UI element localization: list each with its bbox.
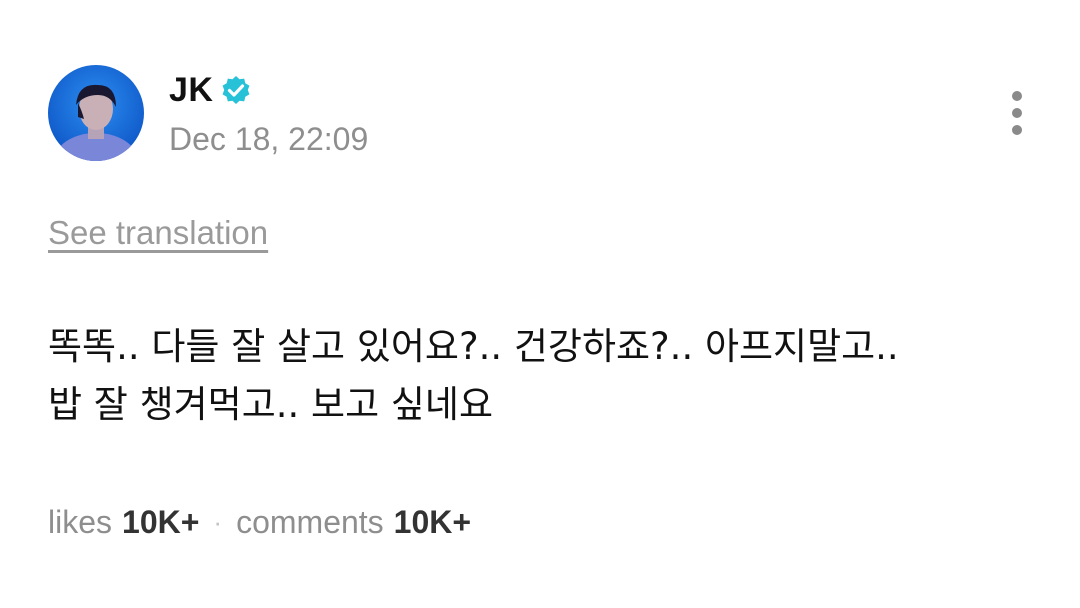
author-block: JK Dec 18, 22:09 — [169, 69, 368, 158]
comments-label: comments — [236, 504, 384, 540]
comments-count: 10K+ — [393, 504, 472, 540]
likes-count: 10K+ — [122, 504, 200, 540]
author-row: JK — [169, 69, 368, 113]
post-body-text: 똑똑.. 다들 잘 살고 있어요?.. 건강하죠?.. 아프지말고.. 밥 잘 … — [48, 325, 899, 426]
stats-separator: · — [213, 507, 223, 537]
post-timestamp: Dec 18, 22:09 — [169, 120, 369, 157]
comments-stat[interactable]: comments 10K+ — [236, 504, 471, 541]
more-vertical-icon[interactable] — [1002, 88, 1032, 140]
avatar-image — [48, 65, 144, 161]
author-name[interactable]: JK — [169, 71, 213, 110]
post-header: JK Dec 18, 22:09 — [48, 65, 368, 161]
likes-label: likes — [48, 504, 113, 540]
likes-stat[interactable]: likes 10K+ — [48, 504, 199, 541]
see-translation-link[interactable]: See translation — [48, 214, 268, 252]
avatar[interactable] — [48, 65, 144, 161]
verified-badge-icon — [219, 74, 253, 108]
post-screen: JK Dec 18, 22:09 See translation 똑똑.. 다들… — [0, 0, 1080, 608]
post-stats: likes 10K+ · comments 10K+ — [48, 504, 471, 541]
